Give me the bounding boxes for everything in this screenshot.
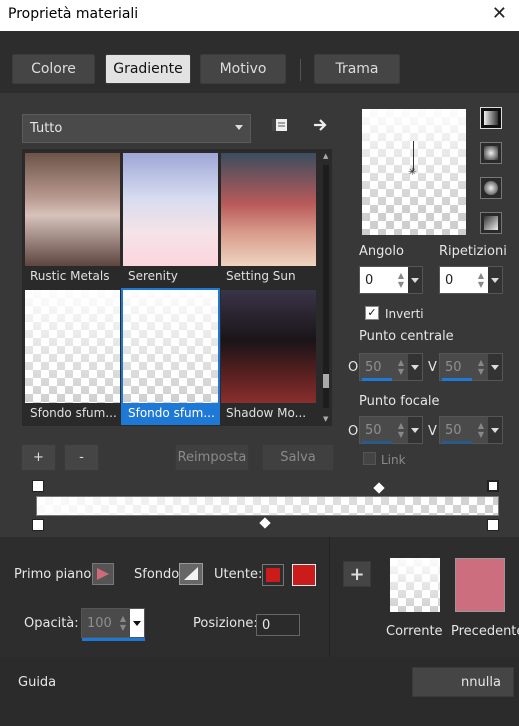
link-label: Link (381, 453, 406, 467)
gradient-item[interactable]: Setting Sun (221, 153, 316, 286)
gradient-bar[interactable] (36, 496, 499, 516)
gradient-swatch (123, 153, 218, 266)
center-v-label: V (428, 360, 437, 375)
tab-divider (300, 59, 301, 81)
divider (329, 537, 330, 657)
gradient-swatch (123, 290, 218, 403)
center-v-value: 50 (445, 359, 462, 375)
reset-button[interactable]: Reimposta (175, 444, 249, 471)
plus-icon[interactable]: + (343, 561, 371, 587)
current-swatch[interactable] (390, 558, 440, 612)
angle-value: 0 (365, 272, 374, 288)
center-o-input[interactable]: 50 ▲ ▼ (359, 353, 423, 381)
center-point-label: Punto centrale (359, 329, 454, 344)
gradient-preview[interactable]: ✳ (362, 109, 466, 235)
library-icon[interactable] (271, 117, 289, 133)
remove-gradient-button[interactable]: - (64, 444, 99, 471)
gradient-item-selected[interactable]: Sfondo sfum... (121, 288, 220, 425)
gradient-swatch (25, 153, 120, 266)
category-dropdown[interactable]: Tutto (22, 114, 251, 143)
guide-button[interactable]: Guida (18, 675, 56, 690)
user-color-swatch[interactable] (262, 564, 284, 586)
focal-o-label: O (348, 424, 359, 439)
previous-swatch[interactable] (455, 558, 505, 612)
tab-gradiente[interactable]: Gradiente (105, 54, 191, 84)
gradient-label: Rustic Metals (25, 266, 120, 286)
gradient-item[interactable]: Serenity (123, 153, 218, 286)
opacity-stop-right[interactable] (487, 480, 499, 492)
chevron-down-icon (235, 125, 243, 130)
title-bar: Proprietà materiali ✕ (0, 0, 519, 31)
gradient-item[interactable]: Rustic Metals (25, 153, 120, 286)
tab-motivo[interactable]: Motivo (200, 54, 286, 84)
focal-v-value: 50 (445, 422, 462, 438)
linear-style-button[interactable] (480, 107, 502, 129)
category-value: Tutto (30, 121, 63, 136)
color-stop-right[interactable] (487, 519, 499, 531)
repeats-input[interactable]: 0 ▲ ▼ (439, 266, 503, 294)
opacity-input[interactable]: 100 ▲ ▼ (81, 608, 145, 641)
gradient-label: Sfondo sfum... (123, 403, 218, 423)
gradient-label: Serenity (123, 266, 218, 286)
focal-o-value: 50 (365, 422, 382, 438)
window-title: Proprietà materiali (8, 6, 139, 22)
invert-checkbox[interactable]: ✓ (365, 306, 379, 320)
add-gradient-button[interactable]: + (21, 444, 56, 471)
tab-colore[interactable]: Colore (12, 54, 95, 84)
focal-v-input[interactable]: 50 ▲ ▼ (439, 416, 503, 444)
cancel-label: nnulla (461, 674, 501, 690)
current-label: Corrente (386, 624, 443, 639)
center-o-value: 50 (365, 359, 382, 375)
position-label: Posizione: (193, 616, 258, 631)
background-label: Sfondo: (134, 567, 184, 582)
gradient-swatch (221, 153, 316, 266)
scroll-thumb[interactable] (323, 374, 329, 388)
focal-point-label: Punto focale (359, 394, 440, 409)
foreground-label: Primo piano: (14, 567, 96, 582)
save-button[interactable]: Salva (262, 444, 334, 471)
opacity-value: 100 (87, 615, 112, 631)
opacity-label: Opacità: (24, 616, 79, 631)
gradient-label: Shadow Mo... (221, 403, 316, 423)
repeats-value: 0 (445, 272, 454, 288)
focal-v-label: V (428, 424, 437, 439)
gradient-label: Setting Sun (221, 266, 316, 286)
materials-bottom-panel (0, 537, 519, 657)
color-stop-left[interactable] (32, 519, 44, 531)
gradient-list: Rustic Metals Serenity Setting Sun Sfond… (22, 149, 320, 426)
gradient-swatch (221, 290, 316, 403)
cancel-button[interactable]: nnulla (412, 667, 514, 697)
gradient-list-scrollbar[interactable]: ▲ ▼ (320, 149, 332, 426)
repeats-label: Ripetizioni (439, 244, 507, 259)
scroll-down-icon[interactable]: ▼ (323, 415, 328, 423)
foreground-swatch[interactable] (92, 563, 114, 585)
user-color-fill (266, 568, 280, 582)
background-swatch[interactable] (179, 563, 203, 585)
gradient-swatch (25, 290, 120, 403)
center-o-label: O (348, 360, 359, 375)
sunburst-style-button[interactable] (480, 177, 502, 199)
gradient-item[interactable]: Sfondo sfum... (25, 290, 120, 423)
user-label: Utente: (214, 567, 263, 582)
gradient-item[interactable]: Shadow Mo... (221, 290, 316, 423)
center-v-input[interactable]: 50 ▲ ▼ (439, 353, 503, 381)
previous-label: Precedente (451, 624, 519, 639)
close-icon[interactable]: ✕ (492, 3, 507, 24)
angle-input[interactable]: 0 ▲ ▼ (359, 266, 423, 294)
user-color-large-swatch[interactable] (292, 564, 316, 586)
gradient-label: Sfondo sfum... (25, 403, 120, 423)
arrow-right-icon[interactable] (312, 117, 328, 133)
radial-style-button[interactable] (480, 212, 502, 234)
opacity-stop-left[interactable] (32, 480, 44, 492)
tab-trama[interactable]: Trama (314, 54, 400, 84)
angle-label: Angolo (359, 244, 404, 259)
invert-label: Inverti (385, 307, 424, 321)
scroll-up-icon[interactable]: ▲ (323, 152, 328, 160)
position-input[interactable]: 0 (256, 614, 300, 636)
rectangular-style-button[interactable] (480, 142, 502, 164)
link-checkbox[interactable] (363, 452, 376, 465)
focal-o-input[interactable]: 50 ▲ ▼ (359, 416, 423, 444)
